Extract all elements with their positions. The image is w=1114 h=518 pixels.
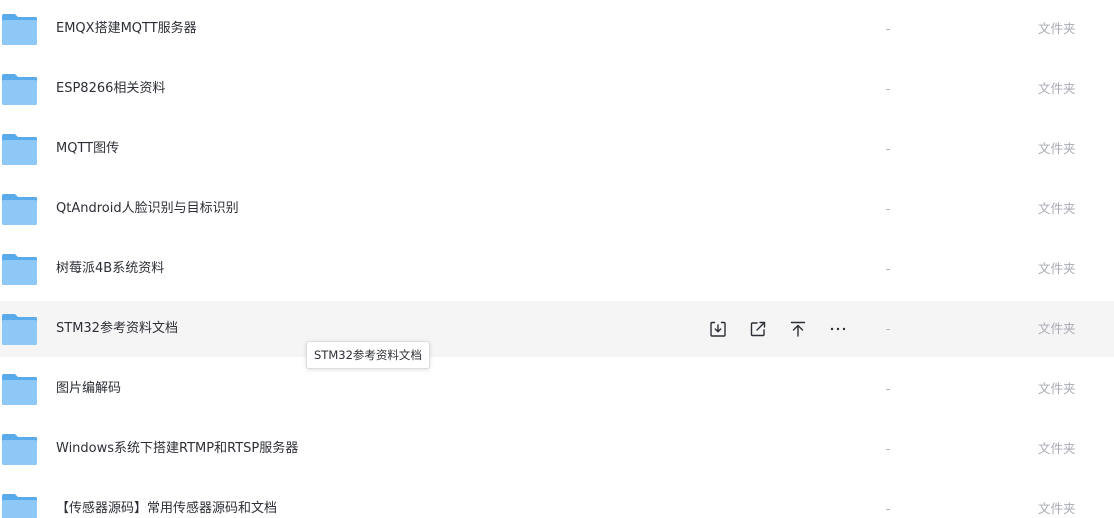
file-row-esp8266[interactable]: ESP8266相关资料 - 文件夹: [0, 61, 1114, 117]
file-type: 文件夹: [1038, 21, 1076, 36]
file-row-mqtt-image[interactable]: MQTT图传 - 文件夹: [0, 121, 1114, 177]
download-icon: [710, 321, 726, 337]
name-tooltip: STM32参考资料文档: [306, 341, 430, 369]
file-type: 文件夹: [1038, 501, 1076, 516]
file-name[interactable]: QtAndroid人脸识别与目标识别: [56, 181, 239, 237]
file-name[interactable]: MQTT图传: [56, 121, 119, 177]
file-size: -: [885, 382, 891, 396]
download-button[interactable]: [706, 317, 730, 341]
file-row-raspberry-pi[interactable]: 树莓派4B系统资料 - 文件夹: [0, 241, 1114, 297]
more-button[interactable]: [826, 317, 850, 341]
file-name[interactable]: 【传感器源码】常用传感器源码和文档: [56, 481, 277, 518]
file-size: -: [885, 82, 891, 96]
file-row-qtandroid[interactable]: QtAndroid人脸识别与目标识别 - 文件夹: [0, 181, 1114, 237]
file-row-stm32[interactable]: STM32参考资料文档 - 文件夹: [0, 301, 1114, 357]
folder-icon: [2, 494, 37, 518]
file-type: 文件夹: [1038, 141, 1076, 156]
share-icon: [750, 321, 766, 337]
file-type: 文件夹: [1038, 81, 1076, 96]
file-type: 文件夹: [1038, 441, 1076, 456]
folder-icon: [2, 374, 37, 405]
file-type: 文件夹: [1038, 201, 1076, 216]
file-size: -: [885, 142, 891, 156]
file-row-emqx[interactable]: EMQX搭建MQTT服务器 - 文件夹: [0, 1, 1114, 57]
file-name[interactable]: 树莓派4B系统资料: [56, 241, 164, 297]
more-icon: [830, 327, 846, 331]
folder-icon: [2, 434, 37, 465]
file-list: EMQX搭建MQTT服务器 - 文件夹 ESP8266相关资料 - 文件夹 MQ…: [0, 0, 1114, 518]
file-name[interactable]: ESP8266相关资料: [56, 61, 165, 117]
move-to-top-button[interactable]: [786, 317, 810, 341]
share-button[interactable]: [746, 317, 770, 341]
file-type: 文件夹: [1038, 381, 1076, 396]
file-row-windows-rtmp[interactable]: Windows系统下搭建RTMP和RTSP服务器 - 文件夹: [0, 421, 1114, 477]
file-type: 文件夹: [1038, 261, 1076, 276]
file-row-image-codec[interactable]: 图片编解码 - 文件夹: [0, 361, 1114, 417]
file-name[interactable]: 图片编解码: [56, 361, 121, 417]
file-name[interactable]: EMQX搭建MQTT服务器: [56, 1, 197, 57]
file-size: -: [885, 502, 891, 516]
folder-icon: [2, 74, 37, 105]
file-row-sensor-source[interactable]: 【传感器源码】常用传感器源码和文档 - 文件夹: [0, 481, 1114, 518]
file-type: 文件夹: [1038, 321, 1076, 336]
folder-icon: [2, 14, 37, 45]
folder-icon: [2, 134, 37, 165]
file-name[interactable]: STM32参考资料文档: [56, 301, 178, 357]
row-actions: [706, 317, 850, 341]
file-name[interactable]: Windows系统下搭建RTMP和RTSP服务器: [56, 421, 298, 477]
file-size: -: [885, 262, 891, 276]
folder-icon: [2, 254, 37, 285]
file-size: -: [885, 202, 891, 216]
folder-icon: [2, 194, 37, 225]
file-size: -: [885, 22, 891, 36]
file-size: -: [885, 322, 891, 336]
move-to-top-icon: [790, 321, 806, 337]
file-size: -: [885, 442, 891, 456]
folder-icon: [2, 314, 37, 345]
